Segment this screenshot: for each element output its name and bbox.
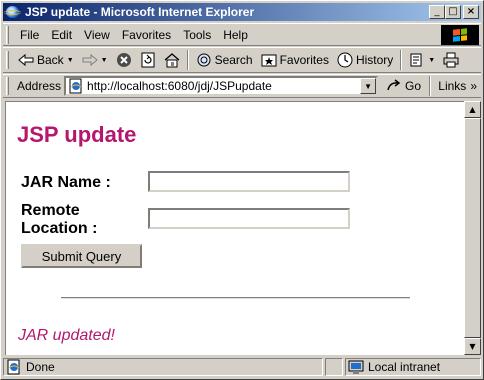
back-button[interactable]: Back ▼ [14,49,78,71]
go-button[interactable]: Go [386,78,421,94]
scroll-thumb[interactable] [464,118,481,338]
toolbar-separator [400,50,403,70]
history-button[interactable]: History [333,49,397,71]
close-button[interactable]: × [463,5,479,19]
back-dropdown-icon[interactable]: ▼ [67,57,74,64]
status-text: Done [26,360,55,374]
forward-dropdown-icon[interactable]: ▼ [101,57,108,64]
forward-arrow-icon [82,53,98,67]
go-label: Go [405,79,422,93]
menu-help[interactable]: Help [217,28,254,42]
ie-logo-icon [4,5,21,19]
menu-favorites[interactable]: Favorites [116,28,177,42]
submit-query-button[interactable]: Submit Query [21,244,142,268]
browser-window: JSP update - Microsoft Internet Explorer… [0,0,484,380]
window-title: JSP update - Microsoft Internet Explorer [25,5,255,19]
refresh-button[interactable] [136,49,160,71]
history-label: History [355,53,394,67]
refresh-icon [141,52,155,68]
address-grip[interactable] [6,77,9,95]
search-button[interactable]: Search [192,49,257,71]
status-pane: Done [3,358,323,376]
jar-name-input[interactable] [148,171,350,192]
stop-icon [116,53,131,67]
home-icon [164,53,179,68]
mail-button[interactable]: ▼ [405,49,439,71]
menu-view[interactable]: View [78,28,116,42]
links-separator [429,76,432,96]
search-icon [197,53,211,67]
go-arrow-icon [387,79,401,91]
zone-pane: Local intranet [345,358,481,376]
menu-edit[interactable]: Edit [45,28,78,42]
remote-location-label-line2: Location : [21,220,98,237]
status-bar: Done Local intranet [3,357,481,377]
page-title: JSP update [17,122,137,147]
address-bar: Address http://localhost:6080/jdj/JSPupd… [3,74,481,98]
links-label: Links [438,79,467,93]
back-label: Back [37,53,64,67]
search-label: Search [214,53,253,67]
mail-dropdown-icon[interactable]: ▼ [428,57,435,64]
menu-file[interactable]: File [14,28,45,42]
remote-location-label-line1: Remote [21,202,80,219]
favorites-icon [261,54,277,67]
address-url: http://localhost:6080/jdj/JSPupdate [87,79,272,93]
horizontal-rule [61,297,410,299]
toolbar-grip[interactable] [6,51,9,69]
done-page-icon [7,359,20,375]
minimize-button[interactable]: _ [429,5,445,19]
back-arrow-icon [18,53,34,67]
page-viewport: JSP update JAR Name : Remote Location : … [5,101,464,355]
result-message: JAR updated! [18,327,115,344]
scroll-down-button[interactable]: ▼ [464,338,481,355]
menu-bar: File Edit View Favorites Tools Help [3,23,481,46]
menu-tools[interactable]: Tools [177,28,217,42]
status-pane-empty [325,358,343,376]
window-controls: _ □ × [429,5,479,19]
home-button[interactable] [160,49,184,71]
favorites-label: Favorites [279,53,329,67]
print-icon [443,52,459,68]
page-icon [69,78,82,94]
jar-name-label: JAR Name : [21,174,111,191]
address-dropdown-icon[interactable]: ▼ [360,78,377,94]
links-chevron-icon: » [470,79,477,93]
address-label: Address [17,79,62,93]
links-button[interactable]: Links » [426,76,477,96]
address-input[interactable]: http://localhost:6080/jdj/JSPupdate ▼ [64,76,379,96]
remote-location-input[interactable] [148,208,350,229]
maximize-button[interactable]: □ [445,5,461,19]
zone-text: Local intranet [368,360,441,374]
forward-button[interactable]: ▼ [78,49,112,71]
vertical-scrollbar[interactable]: ▲ ▼ [464,101,481,355]
toolbar-separator [186,50,189,70]
standard-toolbar: Back ▼ ▼ Search Favorites History ▼ [3,47,481,73]
menu-grip[interactable] [6,25,9,44]
stop-button[interactable] [112,49,136,71]
title-bar[interactable]: JSP update - Microsoft Internet Explorer… [3,3,481,21]
print-button[interactable] [439,49,463,71]
windows-logo-icon [441,25,479,45]
scroll-up-button[interactable]: ▲ [464,101,481,118]
history-icon [337,52,353,68]
favorites-button[interactable]: Favorites [257,49,333,71]
mail-icon [410,53,422,67]
intranet-zone-icon [348,360,364,374]
